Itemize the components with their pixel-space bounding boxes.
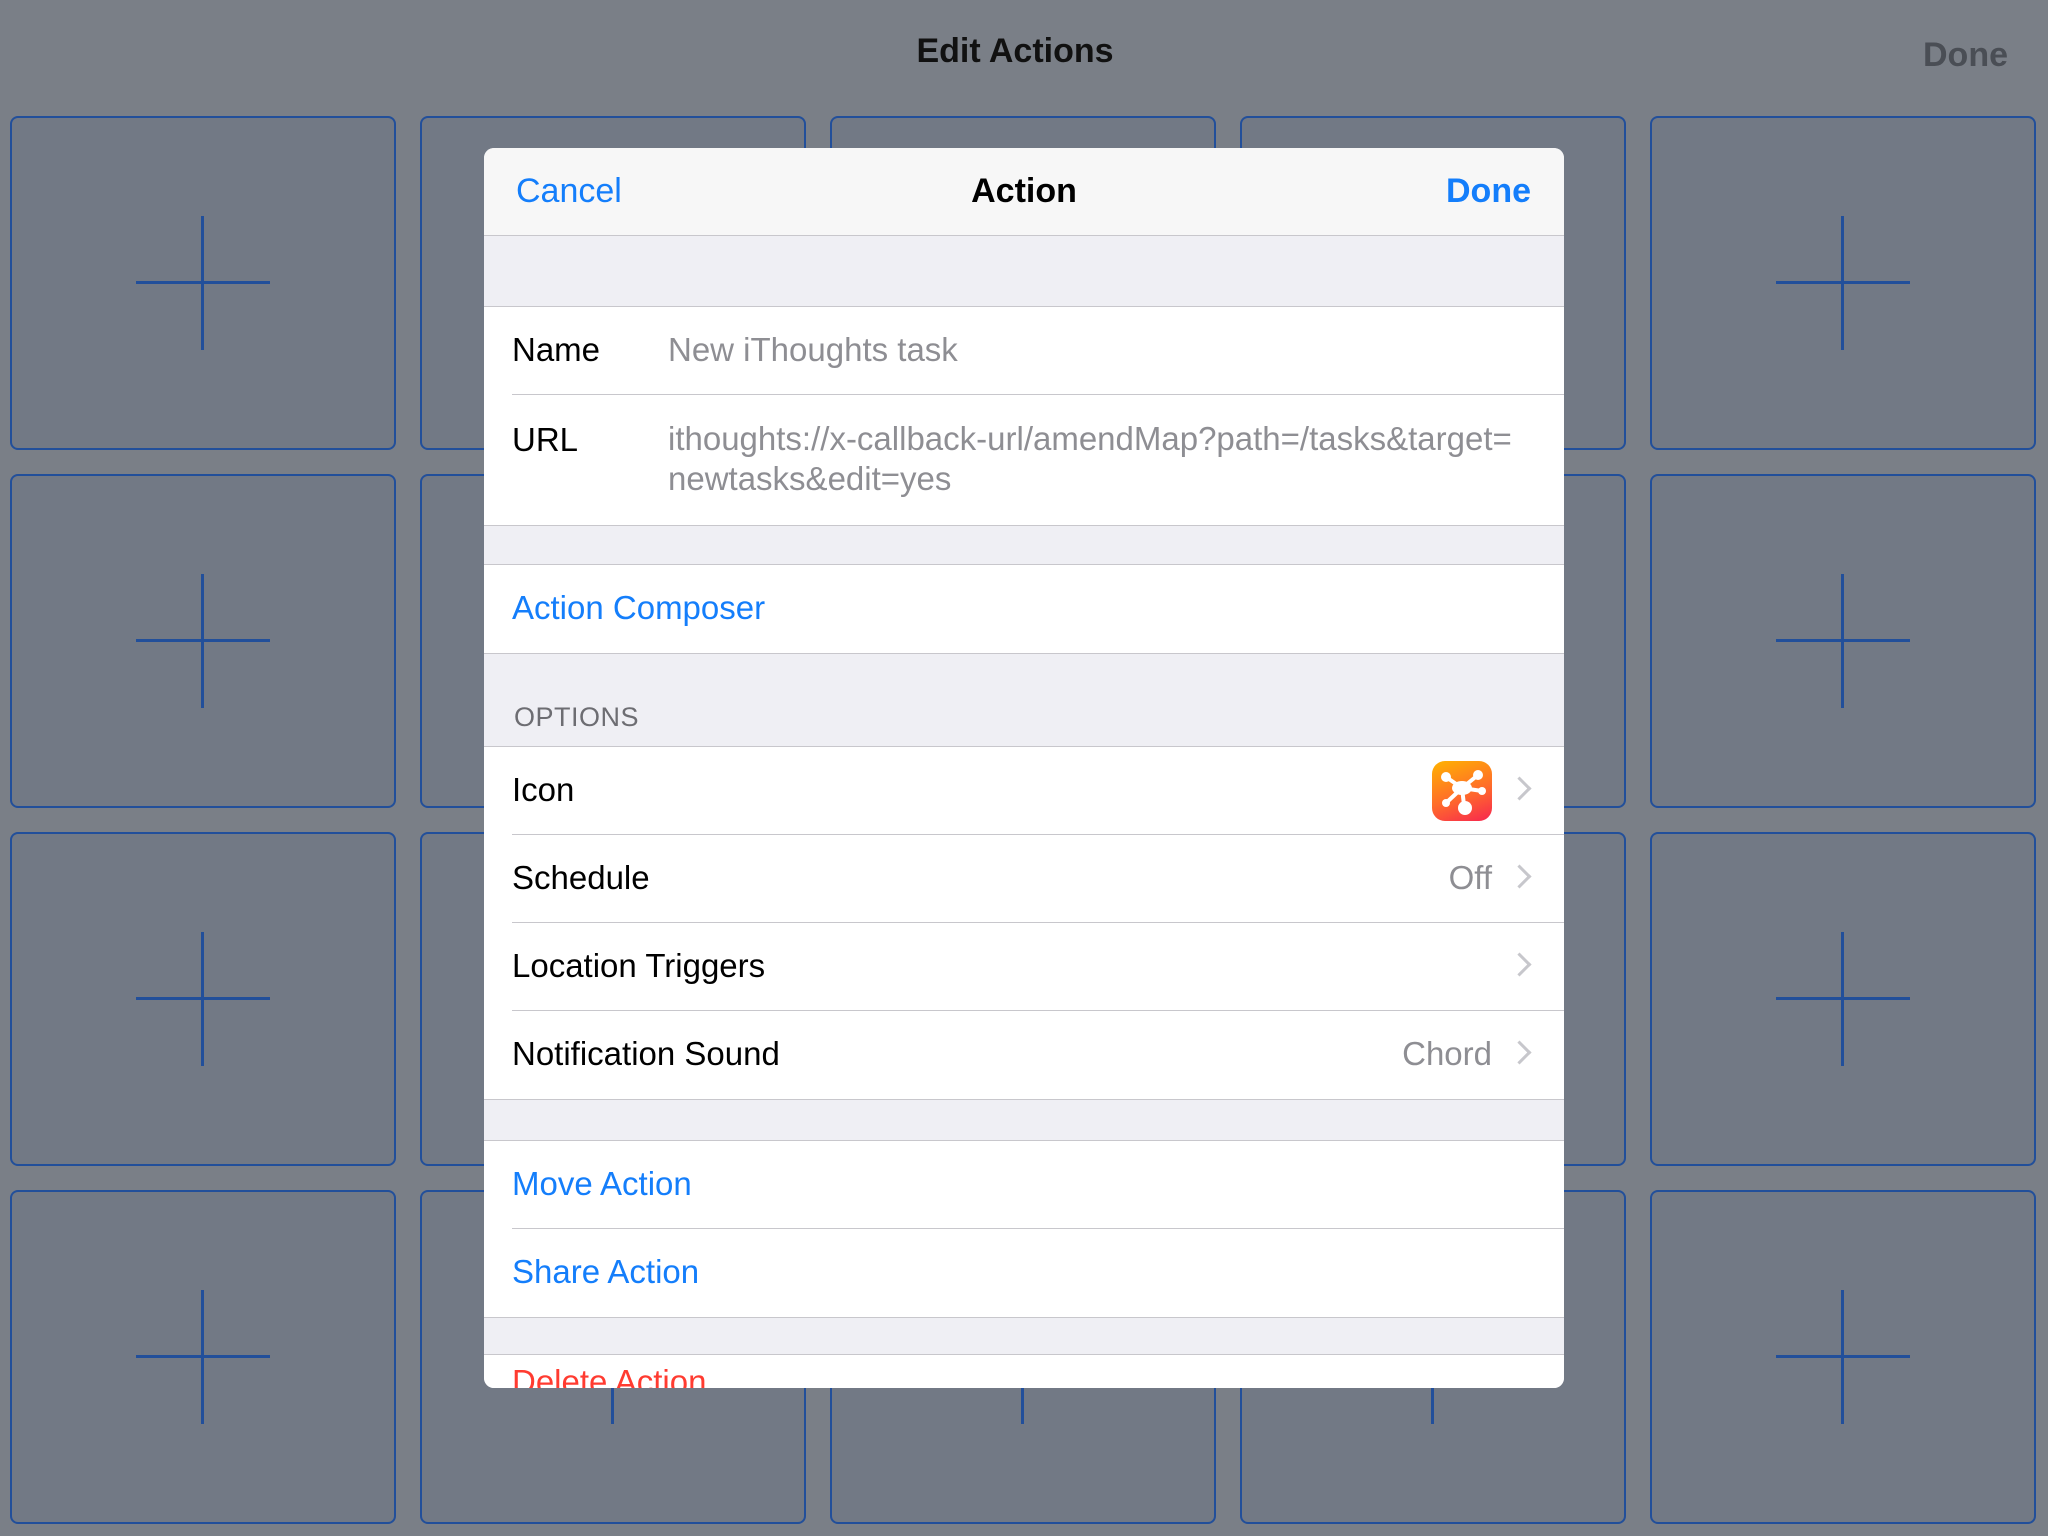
delete-group: Delete Action bbox=[484, 1354, 1564, 1388]
plus-icon bbox=[1776, 1290, 1910, 1424]
notification-sound-value: Chord bbox=[1402, 1035, 1492, 1072]
chevron-right-icon bbox=[1507, 1040, 1532, 1065]
move-action-link[interactable]: Move Action bbox=[512, 1165, 692, 1203]
options-section-header: OPTIONS bbox=[514, 702, 640, 732]
name-label: Name bbox=[512, 331, 601, 368]
action-fields-group: Name New iThoughts task URL ithoughts://… bbox=[484, 306, 1564, 526]
plus-icon bbox=[1776, 574, 1910, 708]
delete-action-link[interactable]: Delete Action bbox=[512, 1363, 706, 1388]
background-nav-bar: Edit Actions Done bbox=[0, 0, 2048, 108]
empty-action-slot[interactable] bbox=[10, 474, 396, 808]
action-edit-sheet: Cancel Action Done Name New iThoughts ta… bbox=[484, 148, 1564, 1388]
share-action-row[interactable]: Share Action bbox=[484, 1229, 1564, 1317]
plus-icon bbox=[136, 1290, 270, 1424]
background-title: Edit Actions bbox=[916, 32, 1114, 70]
chevron-right-icon bbox=[1507, 864, 1532, 889]
composer-group: Action Composer bbox=[484, 564, 1564, 654]
options-group: Icon Schedule Off Location Triggers Noti… bbox=[484, 746, 1564, 1100]
schedule-row[interactable]: Schedule Off bbox=[484, 835, 1564, 923]
notification-sound-row[interactable]: Notification Sound Chord bbox=[484, 1011, 1564, 1099]
schedule-label: Schedule bbox=[512, 859, 650, 896]
empty-action-slot[interactable] bbox=[1650, 474, 2036, 808]
empty-action-slot[interactable] bbox=[1650, 832, 2036, 1166]
icon-row[interactable]: Icon bbox=[484, 747, 1564, 835]
url-row[interactable]: URL ithoughts://x-callback-url/amendMap?… bbox=[484, 395, 1564, 525]
plus-icon bbox=[1776, 932, 1910, 1066]
empty-action-slot[interactable] bbox=[10, 832, 396, 1166]
empty-action-slot[interactable] bbox=[10, 1190, 396, 1524]
schedule-value: Off bbox=[1448, 859, 1492, 896]
delete-action-row[interactable]: Delete Action bbox=[484, 1355, 1564, 1388]
action-composer-link[interactable]: Action Composer bbox=[512, 589, 765, 627]
plus-icon bbox=[136, 216, 270, 350]
plus-icon bbox=[136, 574, 270, 708]
plus-icon bbox=[1776, 216, 1910, 350]
location-triggers-label: Location Triggers bbox=[512, 947, 766, 984]
background-done-button[interactable]: Done bbox=[1923, 36, 2008, 75]
location-triggers-row[interactable]: Location Triggers bbox=[484, 923, 1564, 1011]
name-field[interactable]: New iThoughts task bbox=[668, 331, 958, 369]
empty-action-slot[interactable] bbox=[1650, 116, 2036, 450]
notification-sound-label: Notification Sound bbox=[512, 1035, 780, 1072]
done-button[interactable]: Done bbox=[1446, 172, 1531, 211]
chevron-right-icon bbox=[1507, 952, 1532, 977]
url-label: URL bbox=[512, 421, 579, 458]
empty-action-slot[interactable] bbox=[10, 116, 396, 450]
action-composer-row[interactable]: Action Composer bbox=[484, 565, 1564, 653]
sheet-title: Action bbox=[971, 172, 1077, 210]
sheet-nav-bar: Cancel Action Done bbox=[484, 148, 1564, 236]
ithoughts-app-icon bbox=[1432, 761, 1492, 821]
url-field[interactable]: ithoughts://x-callback-url/amendMap?path… bbox=[668, 419, 1518, 499]
move-action-row[interactable]: Move Action bbox=[484, 1141, 1564, 1229]
empty-action-slot[interactable] bbox=[1650, 1190, 2036, 1524]
plus-icon bbox=[136, 932, 270, 1066]
icon-label: Icon bbox=[512, 771, 575, 808]
chevron-right-icon bbox=[1507, 776, 1532, 801]
share-action-link[interactable]: Share Action bbox=[512, 1253, 699, 1291]
name-row[interactable]: Name New iThoughts task bbox=[484, 307, 1564, 395]
manage-group: Move Action Share Action bbox=[484, 1140, 1564, 1318]
